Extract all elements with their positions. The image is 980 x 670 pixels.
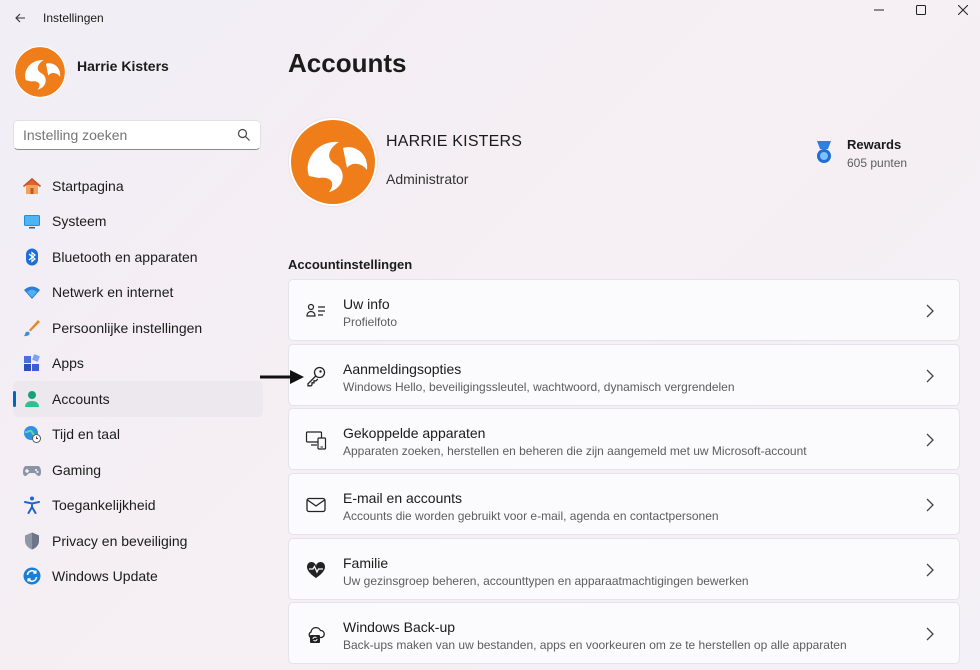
card-uw-info[interactable]: Uw info Profielfoto <box>288 279 960 341</box>
card-subtitle: Uw gezinsgroep beheren, accounttypen en … <box>343 573 749 588</box>
card-title: Gekoppelde apparaten <box>343 425 486 442</box>
sidebar-nav: Startpagina Systeem Bluetooth en apparat… <box>13 168 263 594</box>
card-email-en-accounts[interactable]: E-mail en accounts Accounts die worden g… <box>288 473 960 536</box>
profile-name: Harrie Kisters <box>77 58 169 74</box>
sidebar-item-label: Bluetooth en apparaten <box>52 248 198 265</box>
accessibility-icon <box>22 495 42 515</box>
card-title: Aanmeldingsopties <box>343 360 462 377</box>
section-heading: Accountinstellingen <box>288 257 413 272</box>
sidebar-item-label: Startpagina <box>52 177 124 194</box>
sidebar-item-label: Accounts <box>52 390 110 407</box>
sidebar-item-accounts[interactable]: Accounts <box>13 381 263 417</box>
card-subtitle: Profielfoto <box>343 315 398 329</box>
avatar-logo-icon <box>291 120 375 204</box>
monitor-icon <box>22 211 42 231</box>
brush-icon <box>22 318 42 338</box>
avatar-logo-icon <box>15 47 65 97</box>
app-title: Instellingen <box>43 11 104 25</box>
account-user-name: HARRIE KISTERS <box>386 133 523 150</box>
card-subtitle: Windows Hello, beveiligingssleutel, wach… <box>343 379 735 394</box>
chevron-right-icon <box>926 563 934 577</box>
account-avatar[interactable] <box>289 118 377 206</box>
card-title: Familie <box>343 554 389 571</box>
rewards-widget[interactable]: Rewards 605 punten <box>812 136 952 176</box>
shield-icon <box>22 531 42 551</box>
sidebar-item-label: Persoonlijke instellingen <box>52 319 203 336</box>
search-input[interactable] <box>23 126 223 144</box>
mail-icon <box>304 493 328 517</box>
close-button[interactable] <box>940 0 980 20</box>
minimize-button[interactable] <box>856 0 902 20</box>
sidebar-item-windows-update[interactable]: Windows Update <box>13 559 263 595</box>
card-title: Uw info <box>343 296 390 312</box>
card-gekoppelde-apparaten[interactable]: Gekoppelde apparaten Apparaten zoeken, h… <box>288 408 960 471</box>
sidebar-item-bluetooth[interactable]: Bluetooth en apparaten <box>13 239 263 275</box>
sidebar-item-persoonlijk[interactable]: Persoonlijke instellingen <box>13 310 263 346</box>
card-familie[interactable]: Familie Uw gezinsgroep beheren, accountt… <box>288 537 960 600</box>
sidebar-item-label: Apps <box>52 355 84 372</box>
sidebar-item-label: Gaming <box>52 461 102 478</box>
account-user-role: Administrator <box>386 171 469 187</box>
person-icon <box>22 389 42 409</box>
sidebar-item-label: Toegankelijkheid <box>52 497 156 514</box>
chevron-right-icon <box>926 627 934 641</box>
card-subtitle: Apparaten zoeken, herstellen en beheren … <box>343 444 807 459</box>
sidebar-item-label: Systeem <box>52 213 107 230</box>
account-settings-list: Uw info Profielfoto Aanmeldingsopties Wi… <box>288 279 960 667</box>
sidebar-item-apps[interactable]: Apps <box>13 346 263 382</box>
sidebar-profile[interactable]: Harrie Kisters <box>14 46 264 98</box>
sidebar-item-label: Privacy en beveiliging <box>52 532 188 549</box>
globe-clock-icon <box>22 424 42 444</box>
search-box[interactable] <box>13 120 261 150</box>
sidebar-item-label: Tijd en taal <box>52 426 120 443</box>
chevron-right-icon <box>926 498 934 512</box>
rewards-points: 605 punten <box>847 156 908 170</box>
sidebar-item-systeem[interactable]: Systeem <box>13 204 263 240</box>
contact-card-icon <box>304 299 328 323</box>
rewards-title: Rewards <box>847 137 902 152</box>
apps-icon <box>22 353 42 373</box>
sidebar-item-netwerk[interactable]: Netwerk en internet <box>13 275 263 311</box>
sidebar-item-label: Netwerk en internet <box>52 284 174 301</box>
bluetooth-icon <box>22 247 42 267</box>
card-subtitle: Back-ups maken van uw bestanden, apps en… <box>343 638 847 653</box>
minimize-icon <box>874 9 884 11</box>
sidebar-item-toegankelijkheid[interactable]: Toegankelijkheid <box>13 488 263 524</box>
back-button[interactable] <box>8 6 32 30</box>
wifi-icon <box>22 282 42 302</box>
card-windows-backup[interactable]: Windows Back-up Back-ups maken van uw be… <box>288 602 960 665</box>
maximize-button[interactable] <box>898 0 944 20</box>
update-icon <box>22 566 42 586</box>
chevron-right-icon <box>926 304 934 318</box>
devices-icon <box>304 428 328 452</box>
card-title: E-mail en accounts <box>343 490 463 507</box>
chevron-right-icon <box>926 369 934 383</box>
back-arrow-icon <box>15 13 25 23</box>
sidebar-item-gaming[interactable]: Gaming <box>13 452 263 488</box>
search-icon[interactable] <box>237 128 251 142</box>
card-title: Windows Back-up <box>343 619 456 636</box>
chevron-right-icon <box>926 433 934 447</box>
home-icon <box>22 176 42 196</box>
rewards-medal-icon <box>817 141 831 163</box>
gamepad-icon <box>22 460 42 480</box>
card-aanmeldingsopties[interactable]: Aanmeldingsopties Windows Hello, beveili… <box>288 343 960 406</box>
pointer-arrow-icon <box>260 370 304 384</box>
key-icon <box>304 364 328 388</box>
family-heart-icon <box>304 558 328 582</box>
close-icon <box>958 5 968 15</box>
avatar <box>14 46 66 98</box>
title-bar: Instellingen <box>0 0 980 36</box>
maximize-icon <box>916 5 926 15</box>
sidebar-item-startpagina[interactable]: Startpagina <box>13 168 263 204</box>
card-subtitle: Accounts die worden gebruikt voor e-mail… <box>343 509 719 524</box>
sidebar-item-label: Windows Update <box>52 568 158 585</box>
page-title: Accounts <box>288 48 407 78</box>
sidebar-item-privacy[interactable]: Privacy en beveiliging <box>13 523 263 559</box>
backup-icon <box>304 622 328 646</box>
sidebar-item-tijd-en-taal[interactable]: Tijd en taal <box>13 417 263 453</box>
